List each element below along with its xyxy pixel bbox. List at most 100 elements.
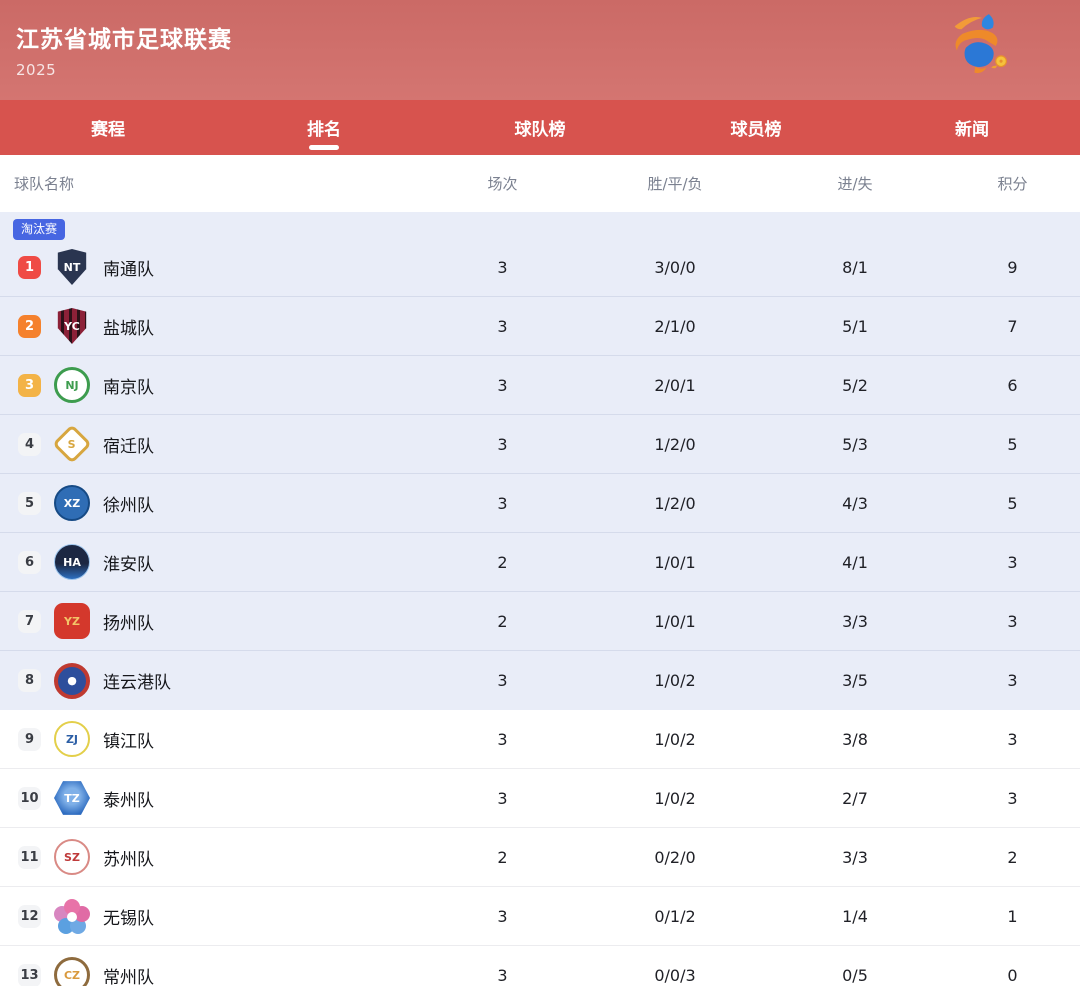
team-logo-icon: NJ: [54, 367, 90, 403]
team-cell: 13 CZ 常州队: [0, 957, 420, 986]
team-name: 盐城队: [103, 314, 154, 339]
team-logo-icon: TZ: [54, 780, 90, 816]
points-cell: 3: [945, 612, 1080, 631]
tab-label: 球队榜: [515, 115, 566, 140]
tab-ranking[interactable]: 排名: [216, 100, 432, 155]
goals-cell: 5/3: [765, 435, 945, 454]
points-cell: 3: [945, 553, 1080, 572]
team-name: 宿迁队: [103, 432, 154, 457]
wdl-cell: 1/0/1: [585, 553, 765, 572]
standings-row[interactable]: 12 无锡队 3 0/1/2 1/4 1: [0, 887, 1080, 946]
goals-cell: 1/4: [765, 907, 945, 926]
matches-cell: 2: [420, 848, 585, 867]
matches-cell: 3: [420, 258, 585, 277]
rank-badge: 12: [18, 905, 41, 928]
column-header-matches: 场次: [420, 173, 585, 194]
standings-row[interactable]: 4 S 宿迁队 3 1/2/0 5/3 5: [0, 415, 1080, 474]
matches-cell: 3: [420, 494, 585, 513]
team-cell: 10 TZ 泰州队: [0, 780, 420, 816]
points-cell: 3: [945, 671, 1080, 690]
wdl-cell: 1/0/2: [585, 671, 765, 690]
goals-cell: 3/8: [765, 730, 945, 749]
team-cell: 7 YZ 扬州队: [0, 603, 420, 639]
matches-cell: 3: [420, 907, 585, 926]
league-logo-icon: [941, 8, 1017, 84]
points-cell: 3: [945, 730, 1080, 749]
team-name: 扬州队: [103, 609, 154, 634]
nav-tabs: 赛程 排名 球队榜 球员榜 新闻: [0, 100, 1080, 155]
standings-row[interactable]: 1 NT 南通队 3 3/0/0 8/1 9: [0, 238, 1080, 297]
goals-cell: 0/5: [765, 966, 945, 985]
standings-row[interactable]: 10 TZ 泰州队 3 1/0/2 2/7 3: [0, 769, 1080, 828]
active-tab-indicator: [309, 145, 339, 150]
app-root: 江苏省城市足球联赛 2025 赛程排名球队榜球员榜新闻 球队名称 场次 胜/平/…: [0, 0, 1080, 986]
rank-badge: 10: [18, 787, 41, 810]
team-name: 常州队: [103, 963, 154, 986]
rank-badge: 11: [18, 846, 41, 869]
standings-row[interactable]: 3 NJ 南京队 3 2/0/1 5/2 6: [0, 356, 1080, 415]
knockout-zone: 淘汰赛 1 NT 南通队 3 3/0/0 8/1 9 2 YC 盐城队 3 2/…: [0, 212, 1080, 710]
rank-badge: 9: [18, 728, 41, 751]
team-logo-icon: NT: [54, 249, 90, 285]
matches-cell: 3: [420, 730, 585, 749]
standings-row[interactable]: 9 ZJ 镇江队 3 1/0/2 3/8 3: [0, 710, 1080, 769]
tab-label: 排名: [307, 115, 341, 140]
goals-cell: 4/3: [765, 494, 945, 513]
rank-badge: 8: [18, 669, 41, 692]
points-cell: 2: [945, 848, 1080, 867]
rank-badge: 3: [18, 374, 41, 397]
matches-cell: 3: [420, 671, 585, 690]
team-logo-icon: ●: [54, 663, 90, 699]
wdl-cell: 0/2/0: [585, 848, 765, 867]
tab-team-board[interactable]: 球队榜: [432, 100, 648, 155]
team-name: 淮安队: [103, 550, 154, 575]
wdl-cell: 0/1/2: [585, 907, 765, 926]
standings-row[interactable]: 5 XZ 徐州队 3 1/2/0 4/3 5: [0, 474, 1080, 533]
team-name: 徐州队: [103, 491, 154, 516]
wdl-cell: 1/0/2: [585, 730, 765, 749]
team-name: 连云港队: [103, 668, 171, 693]
standings-row[interactable]: 2 YC 盐城队 3 2/1/0 5/1 7: [0, 297, 1080, 356]
team-cell: 11 SZ 苏州队: [0, 839, 420, 875]
rank-badge: 6: [18, 551, 41, 574]
goals-cell: 2/7: [765, 789, 945, 808]
tab-player-board[interactable]: 球员榜: [648, 100, 864, 155]
standings-row[interactable]: 8 ● 连云港队 3 1/0/2 3/5 3: [0, 651, 1080, 710]
standings-row[interactable]: 13 CZ 常州队 3 0/0/3 0/5 0: [0, 946, 1080, 986]
rank-badge: 4: [18, 433, 41, 456]
goals-cell: 8/1: [765, 258, 945, 277]
team-cell: 5 XZ 徐州队: [0, 485, 420, 521]
team-name: 无锡队: [103, 904, 154, 929]
standings-row[interactable]: 6 HA 淮安队 2 1/0/1 4/1 3: [0, 533, 1080, 592]
column-header-team: 球队名称: [0, 173, 420, 194]
team-logo-icon: [54, 898, 90, 934]
goals-cell: 4/1: [765, 553, 945, 572]
team-cell: 9 ZJ 镇江队: [0, 721, 420, 757]
team-cell: 1 NT 南通队: [0, 249, 420, 285]
team-cell: 4 S 宿迁队: [0, 426, 420, 462]
team-logo-icon: YZ: [54, 603, 90, 639]
points-cell: 0: [945, 966, 1080, 985]
tab-label: 赛程: [91, 115, 125, 140]
column-header-points: 积分: [945, 173, 1080, 194]
team-name: 镇江队: [103, 727, 154, 752]
team-logo-icon: HA: [54, 544, 90, 580]
tab-schedule[interactable]: 赛程: [0, 100, 216, 155]
team-cell: 2 YC 盐城队: [0, 308, 420, 344]
team-name: 泰州队: [103, 786, 154, 811]
wdl-cell: 1/0/1: [585, 612, 765, 631]
team-name: 南通队: [103, 255, 154, 280]
standings-row[interactable]: 11 SZ 苏州队 2 0/2/0 3/3 2: [0, 828, 1080, 887]
column-header-goals: 进/失: [765, 173, 945, 194]
rank-badge: 13: [18, 964, 41, 986]
rank-badge: 1: [18, 256, 41, 279]
tab-label: 球员榜: [731, 115, 782, 140]
team-cell: 12 无锡队: [0, 898, 420, 934]
points-cell: 5: [945, 435, 1080, 454]
standings-row[interactable]: 7 YZ 扬州队 2 1/0/1 3/3 3: [0, 592, 1080, 651]
tab-news[interactable]: 新闻: [864, 100, 1080, 155]
matches-cell: 3: [420, 435, 585, 454]
points-cell: 7: [945, 317, 1080, 336]
regular-zone: 9 ZJ 镇江队 3 1/0/2 3/8 3 10 TZ 泰州队 3 1/0/2…: [0, 710, 1080, 986]
team-name: 苏州队: [103, 845, 154, 870]
